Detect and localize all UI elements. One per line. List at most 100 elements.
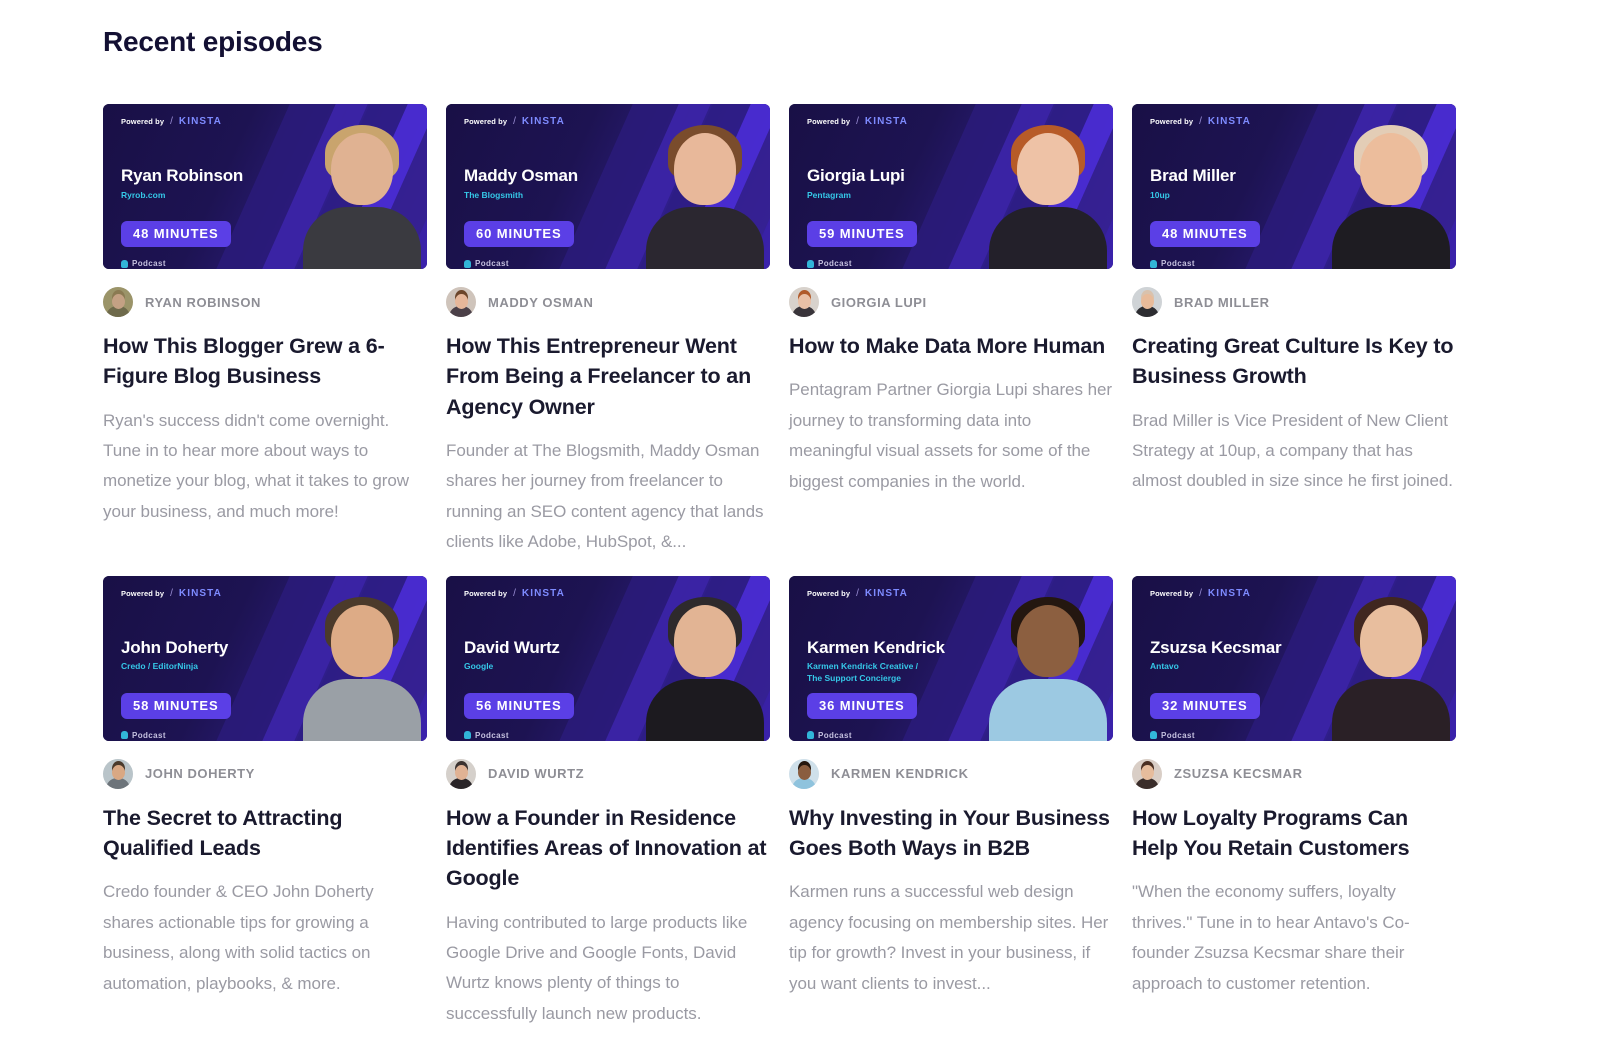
podcast-tag: Podcast (1150, 731, 1195, 740)
guest-portrait-image (989, 119, 1107, 269)
episode-title[interactable]: Creating Great Culture Is Key to Busines… (1132, 331, 1456, 392)
episode-title[interactable]: Why Investing in Your Business Goes Both… (789, 803, 1113, 864)
episode-description: Pentagram Partner Giorgia Lupi shares he… (789, 380, 1113, 491)
author-row[interactable]: KARMEN KENDRICK (789, 758, 1113, 789)
guest-portrait-image (303, 119, 421, 269)
guest-portrait-image (989, 591, 1107, 741)
episode-card-6[interactable]: Powered by / KINSTA David Wurtz Google 5… (446, 575, 770, 1030)
author-row[interactable]: JOHN DOHERTY (103, 758, 427, 789)
portrait-body (1332, 678, 1450, 741)
episode-title[interactable]: How a Founder in Residence Identifies Ar… (446, 803, 770, 894)
guest-name: Ryan Robinson (121, 166, 244, 185)
avatar-head (797, 293, 811, 309)
episode-description: Founder at The Blogsmith, Maddy Osman sh… (446, 440, 764, 552)
guest-name: Giorgia Lupi (807, 166, 905, 185)
powered-by-kinsta-logo: Powered by / KINSTA (807, 116, 908, 127)
guest-portrait-image (303, 591, 421, 741)
author-row[interactable]: ZSUZSA KECSMAR (1132, 758, 1456, 789)
powered-by-kinsta-logo: Powered by / KINSTA (1150, 588, 1251, 599)
episode-thumbnail[interactable]: Powered by / KINSTA Giorgia Lupi Pentagr… (789, 104, 1113, 269)
avatar-head (1140, 765, 1154, 781)
episode-card-2[interactable]: Powered by / KINSTA Maddy Osman The Blog… (446, 104, 770, 558)
podcast-label: Podcast (1161, 730, 1195, 740)
podcast-tag: Podcast (807, 259, 852, 268)
kinsta-wordmark: KINSTA (178, 116, 222, 127)
author-row[interactable]: RYAN ROBINSON (103, 287, 427, 317)
episode-card-5[interactable]: Powered by / KINSTA John Doherty Credo /… (103, 575, 427, 1030)
episode-card-7[interactable]: Powered by / KINSTA Karmen Kendrick Karm… (789, 575, 1113, 1030)
episode-title[interactable]: How to Make Data More Human (789, 331, 1113, 361)
microphone-icon (464, 259, 471, 268)
powered-by-kinsta-logo: Powered by / KINSTA (807, 588, 908, 599)
episode-title[interactable]: How This Blogger Grew a 6-Figure Blog Bu… (103, 331, 427, 392)
episode-thumbnail[interactable]: Powered by / KINSTA Ryan Robinson Ryrob.… (103, 104, 427, 269)
episode-thumbnail[interactable]: Powered by / KINSTA David Wurtz Google 5… (446, 575, 770, 741)
kinsta-wordmark: KINSTA (521, 587, 565, 599)
episode-card-1[interactable]: Powered by / KINSTA Ryan Robinson Ryrob.… (103, 104, 427, 558)
author-row[interactable]: DAVID WURTZ (446, 758, 770, 789)
portrait-head (674, 604, 736, 677)
episode-thumbnail[interactable]: Powered by / KINSTA Brad Miller 10up 48 … (1132, 104, 1456, 269)
slash-separator: / (513, 116, 516, 127)
guest-info: Karmen Kendrick Karmen Kendrick Creative… (807, 638, 945, 685)
avatar-head (454, 765, 468, 781)
author-row[interactable]: BRAD MILLER (1132, 287, 1456, 317)
duration-badge: 32 MINUTES (1150, 692, 1260, 719)
portrait-body (989, 207, 1107, 269)
episode-description: Having contributed to large products lik… (446, 912, 748, 1023)
portrait-head (331, 133, 393, 205)
microphone-icon (121, 259, 128, 268)
avatar (446, 287, 476, 317)
episode-title[interactable]: How Loyalty Programs Can Help You Retain… (1132, 803, 1456, 864)
guest-company: 10up (1150, 189, 1170, 200)
podcast-label: Podcast (132, 730, 166, 740)
kinsta-wordmark: KINSTA (864, 116, 908, 127)
podcast-tag: Podcast (1150, 259, 1195, 268)
podcast-tag: Podcast (121, 731, 166, 740)
avatar-head (111, 293, 125, 309)
guest-company: Antavo (1150, 661, 1179, 672)
episode-title[interactable]: How This Entrepreneur Went From Being a … (446, 331, 770, 422)
episode-thumbnail[interactable]: Powered by / KINSTA Karmen Kendrick Karm… (789, 575, 1113, 741)
guest-name: David Wurtz (464, 637, 560, 657)
powered-by-label: Powered by (121, 117, 165, 126)
episode-card-3[interactable]: Powered by / KINSTA Giorgia Lupi Pentagr… (789, 104, 1113, 558)
podcast-tag: Podcast (121, 259, 166, 268)
episode-description: Brad Miller is Vice President of New Cli… (1132, 410, 1453, 491)
podcast-tag: Podcast (464, 731, 509, 740)
portrait-head (1017, 133, 1079, 205)
powered-by-label: Powered by (464, 588, 508, 598)
guest-company: Credo / EditorNinja (121, 661, 198, 672)
episode-thumbnail[interactable]: Powered by / KINSTA John Doherty Credo /… (103, 575, 427, 741)
powered-by-label: Powered by (464, 117, 508, 126)
episode-card-8[interactable]: Powered by / KINSTA Zsuzsa Kecsmar Antav… (1132, 575, 1456, 1030)
portrait-body (646, 678, 764, 741)
avatar (789, 287, 819, 317)
portrait-body (646, 207, 764, 269)
guest-info: Giorgia Lupi Pentagram (807, 166, 905, 201)
portrait-body (303, 678, 421, 741)
episode-thumbnail[interactable]: Powered by / KINSTA Maddy Osman The Blog… (446, 104, 770, 269)
portrait-head (331, 604, 393, 677)
episode-thumbnail[interactable]: Powered by / KINSTA Zsuzsa Kecsmar Antav… (1132, 575, 1456, 741)
powered-by-label: Powered by (1150, 117, 1194, 126)
avatar (1132, 758, 1162, 789)
author-name: MADDY OSMAN (488, 294, 594, 310)
avatar (789, 758, 819, 789)
microphone-icon (121, 731, 128, 740)
guest-portrait-image (1332, 591, 1450, 741)
slash-separator: / (1199, 587, 1202, 599)
slash-separator: / (856, 116, 859, 127)
episode-title[interactable]: The Secret to Attracting Qualified Leads (103, 803, 427, 864)
episode-card-4[interactable]: Powered by / KINSTA Brad Miller 10up 48 … (1132, 104, 1456, 558)
podcast-label: Podcast (132, 259, 166, 268)
guest-portrait-image (1332, 119, 1450, 269)
avatar-head (454, 293, 468, 309)
author-row[interactable]: GIORGIA LUPI (789, 287, 1113, 317)
author-row[interactable]: MADDY OSMAN (446, 287, 770, 317)
author-name: BRAD MILLER (1174, 294, 1270, 310)
portrait-head (1360, 133, 1422, 205)
avatar (1132, 287, 1162, 317)
guest-company: The Blogsmith (464, 189, 524, 200)
avatar-head (797, 765, 811, 781)
